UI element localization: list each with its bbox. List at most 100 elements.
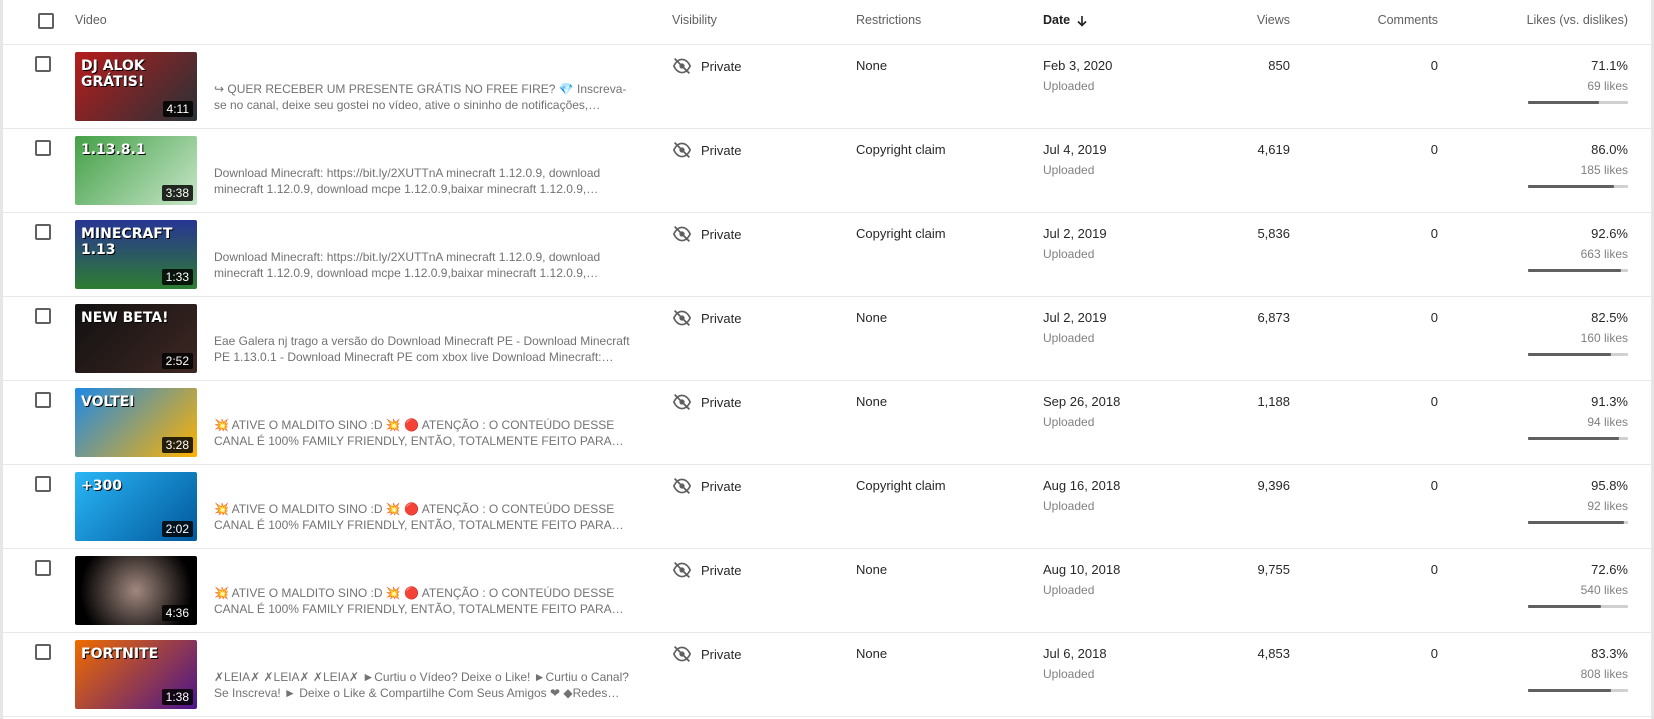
video-thumbnail[interactable]: MINECRAFT 1.13 1:33 [75,220,197,289]
views-value: 9,755 [1257,562,1290,577]
views-value: 6,873 [1257,310,1290,325]
restrictions-value: None [856,562,888,577]
table-row[interactable]: NEW BETA! 2:52 Eae Galera nj trago a ver… [3,297,1651,381]
likes-ratio-bar [1528,101,1628,104]
date-value: Jul 2, 2019 [1043,310,1107,325]
video-description: 💥 ATIVE O MALDITO SINO :D 💥 🔴 ATENÇÃO : … [214,502,624,532]
column-header-visibility[interactable]: Visibility [672,13,717,27]
table-row[interactable]: 1.13.8.1 3:38 Download Minecraft: https:… [3,129,1651,213]
row-checkbox[interactable] [35,224,51,240]
thumbnail-text: FORTNITE [81,646,159,662]
table-body: DJ ALOK GRÁTIS! 4:11 ↪ QUER RECEBER UM P… [3,45,1651,717]
visibility-label: Private [701,478,742,494]
date-status: Uploaded [1043,331,1095,345]
table-row[interactable]: DJ ALOK GRÁTIS! 4:11 ↪ QUER RECEBER UM P… [3,45,1651,129]
visibility-cell[interactable]: Private [672,141,741,159]
video-thumbnail[interactable]: NEW BETA! 2:52 [75,304,197,373]
visibility-label: Private [701,226,742,242]
date-value: Aug 16, 2018 [1043,478,1121,493]
date-status: Uploaded [1043,79,1095,93]
date-status: Uploaded [1043,163,1095,177]
likes-percentage: 95.8% [1591,478,1628,493]
date-value: Feb 3, 2020 [1043,58,1113,73]
eye-off-icon [672,225,692,243]
likes-ratio-fill [1528,689,1612,692]
column-header-video[interactable]: Video [75,13,107,27]
eye-off-icon [672,477,692,495]
column-header-views[interactable]: Views [1257,13,1290,27]
row-checkbox[interactable] [35,56,51,72]
date-status: Uploaded [1043,415,1095,429]
likes-ratio-fill [1528,437,1620,440]
sort-descending-icon [1077,15,1087,27]
visibility-cell[interactable]: Private [672,393,741,411]
likes-ratio-bar [1528,437,1628,440]
likes-ratio-fill [1528,353,1611,356]
visibility-label: Private [701,142,742,158]
column-header-comments[interactable]: Comments [1378,13,1438,27]
comments-value: 0 [1430,646,1438,661]
row-checkbox[interactable] [35,140,51,156]
row-checkbox[interactable] [35,644,51,660]
eye-off-icon [672,309,692,327]
video-thumbnail[interactable]: 1.13.8.1 3:38 [75,136,197,205]
likes-count: 160 likes [1580,331,1628,345]
video-thumbnail[interactable]: 4:36 [75,556,197,625]
visibility-cell[interactable]: Private [672,561,741,579]
table-row[interactable]: VOLTEI 3:28 💥 ATIVE O MALDITO SINO :D 💥 … [3,381,1651,465]
restrictions-value: Copyright claim [856,226,946,241]
restrictions-value: Copyright claim [856,142,946,157]
visibility-cell[interactable]: Private [672,225,741,243]
visibility-label: Private [701,310,742,326]
restrictions-value: None [856,58,888,73]
table-row[interactable]: MINECRAFT 1.13 1:33 Download Minecraft: … [3,213,1651,297]
likes-count: 94 likes [1587,415,1628,429]
eye-off-icon [672,57,692,75]
likes-percentage: 82.5% [1591,310,1628,325]
column-header-likes[interactable]: Likes (vs. dislikes) [1527,13,1628,27]
likes-count: 663 likes [1580,247,1628,261]
date-value: Jul 4, 2019 [1043,142,1107,157]
table-row[interactable]: FORTNITE 1:38 ✗LEIA✗ ✗LEIA✗ ✗LEIA✗ ►Curt… [3,633,1651,717]
column-header-restrictions[interactable]: Restrictions [856,13,921,27]
likes-ratio-bar [1528,689,1628,692]
column-header-date[interactable]: Date [1043,13,1088,27]
row-checkbox[interactable] [35,308,51,324]
visibility-cell[interactable]: Private [672,477,741,495]
comments-value: 0 [1430,226,1438,241]
row-checkbox[interactable] [35,476,51,492]
visibility-cell[interactable]: Private [672,309,741,327]
video-description: ✗LEIA✗ ✗LEIA✗ ✗LEIA✗ ►Curtiu o Vídeo? De… [214,670,629,700]
likes-ratio-bar [1528,605,1628,608]
video-duration: 4:11 [162,101,193,117]
video-thumbnail[interactable]: DJ ALOK GRÁTIS! 4:11 [75,52,197,121]
thumbnail-text: NEW BETA! [81,310,169,326]
views-value: 9,396 [1257,478,1290,493]
video-duration: 4:36 [161,605,193,621]
video-thumbnail[interactable]: FORTNITE 1:38 [75,640,197,709]
visibility-cell[interactable]: Private [672,645,741,663]
video-duration: 1:33 [161,269,193,285]
likes-percentage: 92.6% [1591,226,1628,241]
row-checkbox[interactable] [35,392,51,408]
eye-off-icon [672,393,692,411]
views-value: 850 [1268,58,1290,73]
views-value: 5,836 [1257,226,1290,241]
thumbnail-text: 1.13.8.1 [81,142,146,158]
likes-count: 808 likes [1580,667,1628,681]
likes-ratio-fill [1528,605,1601,608]
video-duration: 3:28 [161,437,193,453]
video-thumbnail[interactable]: VOLTEI 3:28 [75,388,197,457]
table-row[interactable]: 4:36 💥 ATIVE O MALDITO SINO :D 💥 🔴 ATENÇ… [3,549,1651,633]
likes-ratio-bar [1528,269,1628,272]
visibility-cell[interactable]: Private [672,57,741,75]
table-row[interactable]: +300 2:02 💥 ATIVE O MALDITO SINO :D 💥 🔴 … [3,465,1651,549]
row-checkbox[interactable] [35,560,51,576]
comments-value: 0 [1430,478,1438,493]
video-thumbnail[interactable]: +300 2:02 [75,472,197,541]
date-value: Jul 6, 2018 [1043,646,1107,661]
likes-ratio-fill [1528,101,1600,104]
thumbnail-text: +300 [81,478,122,494]
select-all-checkbox[interactable] [38,13,54,29]
comments-value: 0 [1430,58,1438,73]
